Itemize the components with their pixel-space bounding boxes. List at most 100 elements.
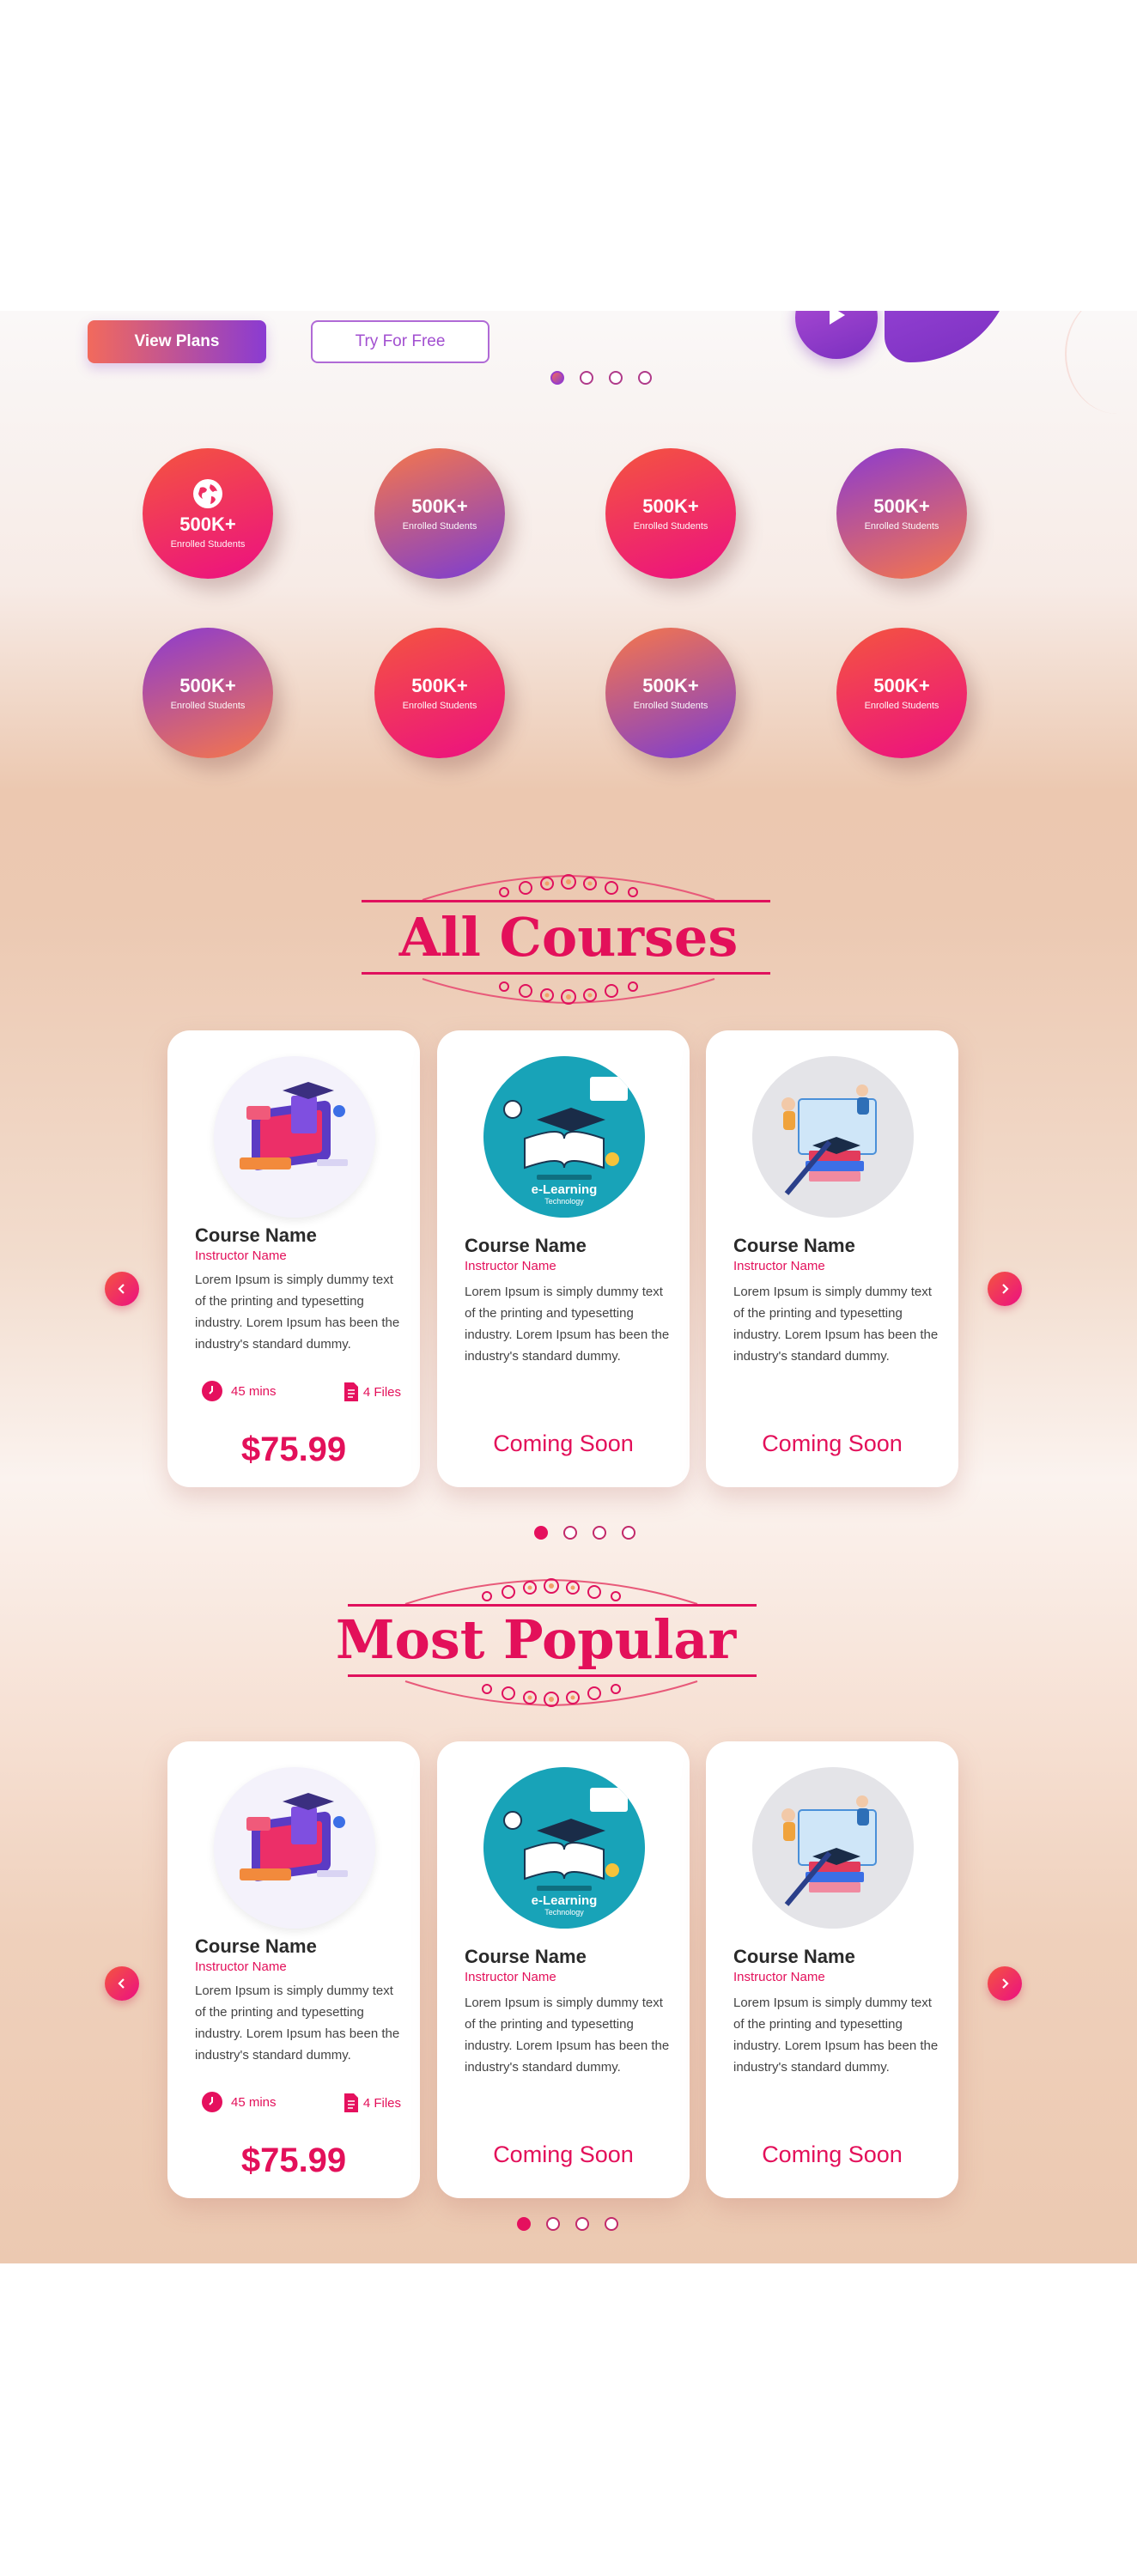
- course-card[interactable]: e-Learning Technology Course Name Instru…: [437, 1030, 690, 1487]
- stat-value: 500K+: [642, 675, 699, 696]
- carousel-next-button[interactable]: [988, 1966, 1022, 2001]
- view-plans-button[interactable]: View Plans: [88, 320, 266, 363]
- image-caption: e-Learning: [532, 1893, 598, 1908]
- stat-value: 500K+: [179, 513, 236, 535]
- coming-soon-label: Coming Soon: [762, 1431, 903, 1456]
- course-description: Lorem Ipsum is simply dummy text of the …: [195, 1273, 400, 1352]
- carousel-dot[interactable]: [563, 1526, 577, 1540]
- course-price: $75.99: [240, 1431, 347, 1468]
- image-caption: e-Learning: [532, 1182, 598, 1197]
- course-description: Lorem Ipsum is simply dummy text of the …: [195, 1984, 400, 2063]
- stat-label: Enrolled Students: [633, 701, 708, 711]
- stat-circle: 500K+ Enrolled Students: [836, 628, 967, 758]
- course-card[interactable]: Course Name Instructor Name Lorem Ipsum …: [167, 1741, 420, 2198]
- instructor-name: Instructor Name: [465, 1970, 556, 1984]
- section-title-all-courses: All Courses: [398, 906, 739, 969]
- ornament-bottom: [404, 1680, 698, 1707]
- course-card[interactable]: Course Name Instructor Name Lorem Ipsum …: [167, 1030, 420, 1487]
- course-description: Lorem Ipsum is simply dummy text of the …: [465, 1996, 670, 2075]
- carousel-dot[interactable]: [638, 371, 652, 385]
- hero-purple-shape: [885, 311, 1013, 362]
- image-subcaption: Technology: [544, 1908, 584, 1917]
- chevron-right-icon: [1002, 1284, 1009, 1294]
- instructor-name: Instructor Name: [733, 1970, 825, 1984]
- carousel-dot[interactable]: [609, 371, 623, 385]
- instructor-name: Instructor Name: [195, 1959, 287, 1974]
- stat-label: Enrolled Students: [633, 521, 708, 532]
- stat-value: 500K+: [411, 495, 468, 517]
- course-image: e-Learning Technology: [483, 1056, 645, 1218]
- course-price: $75.99: [240, 2142, 347, 2179]
- ornament-bottom: [422, 978, 715, 1005]
- course-meta: 45 mins 4 Files: [195, 1381, 401, 1406]
- duration: 45 mins: [202, 2092, 277, 2112]
- course-card[interactable]: Course Name Instructor Name Lorem Ipsum …: [706, 1741, 958, 2198]
- course-name: Course Name: [195, 1224, 317, 1246]
- stat-circle: 500K+ Enrolled Students: [605, 448, 736, 579]
- course-name: Course Name: [465, 1235, 587, 1256]
- carousel-dot[interactable]: [580, 371, 593, 385]
- coming-soon-label: Coming Soon: [493, 2142, 634, 2167]
- stat-label: Enrolled Students: [402, 521, 477, 532]
- course-name: Course Name: [195, 1935, 317, 1957]
- carousel-prev-button[interactable]: [105, 1966, 139, 2001]
- course-meta: 45 mins 4 Files: [195, 2092, 401, 2117]
- image-subcaption: Technology: [544, 1197, 584, 1206]
- files: 4 Files: [343, 1381, 401, 1403]
- globe-icon: [193, 479, 222, 508]
- instructor-name: Instructor Name: [465, 1259, 556, 1273]
- stat-circle: 500K+ Enrolled Students: [374, 628, 505, 758]
- carousel-dot[interactable]: [622, 1526, 635, 1540]
- chevron-right-icon: [1002, 1978, 1009, 1989]
- stat-circle: 500K+ Enrolled Students: [836, 448, 967, 579]
- carousel-next-button[interactable]: [988, 1272, 1022, 1306]
- stat-circle: 500K+ Enrolled Students: [143, 628, 273, 758]
- chevron-left-icon: [118, 1978, 125, 1989]
- course-name: Course Name: [733, 1946, 855, 1967]
- stat-value: 500K+: [873, 495, 930, 517]
- duration-text: 45 mins: [231, 1383, 277, 1399]
- carousel-dot[interactable]: [534, 1526, 548, 1540]
- file-icon: [344, 1382, 358, 1401]
- carousel-prev-button[interactable]: [105, 1272, 139, 1306]
- carousel-dot[interactable]: [605, 2217, 618, 2231]
- course-name: Course Name: [733, 1235, 855, 1256]
- files-text: 4 Files: [362, 2095, 401, 2111]
- files: 4 Files: [343, 2092, 401, 2114]
- course-image: [214, 1056, 375, 1218]
- stat-label: Enrolled Students: [402, 701, 477, 711]
- file-icon: [344, 2093, 358, 2112]
- carousel-dot[interactable]: [546, 2217, 560, 2231]
- carousel-dot[interactable]: [550, 371, 564, 385]
- stat-label: Enrolled Students: [864, 521, 939, 532]
- carousel-dot[interactable]: [593, 1526, 606, 1540]
- instructor-name: Instructor Name: [195, 1249, 287, 1263]
- course-card[interactable]: e-Learning Technology Course Name Instru…: [437, 1741, 690, 2198]
- course-description: Lorem Ipsum is simply dummy text of the …: [733, 1996, 939, 2075]
- coming-soon-label: Coming Soon: [762, 2142, 903, 2167]
- course-description: Lorem Ipsum is simply dummy text of the …: [465, 1285, 670, 1364]
- course-image: [752, 1056, 914, 1218]
- course-card[interactable]: Course Name Instructor Name Lorem Ipsum …: [706, 1030, 958, 1487]
- hero-play-circle[interactable]: [795, 311, 878, 359]
- clock-icon: [202, 1381, 222, 1401]
- course-image: e-Learning Technology: [483, 1767, 645, 1929]
- course-description: Lorem Ipsum is simply dummy text of the …: [733, 1285, 939, 1364]
- ornament-top: [404, 1578, 698, 1605]
- carousel-dot[interactable]: [575, 2217, 589, 2231]
- stat-value: 500K+: [179, 675, 236, 696]
- play-icon: [830, 311, 845, 325]
- carousel-dot[interactable]: [517, 2217, 531, 2231]
- stat-label: Enrolled Students: [864, 701, 939, 711]
- most-popular-carousel-dots: [517, 2217, 618, 2231]
- stat-circle: 500K+ Enrolled Students: [374, 448, 505, 579]
- stat-label: Enrolled Students: [170, 539, 246, 550]
- instructor-name: Instructor Name: [733, 1259, 825, 1273]
- clock-icon: [202, 2092, 222, 2112]
- all-courses-carousel-dots: [534, 1526, 635, 1540]
- try-for-free-button[interactable]: Try For Free: [311, 320, 489, 363]
- title-line-bottom: [362, 972, 770, 975]
- stat-value: 500K+: [642, 495, 699, 517]
- stat-circle: 500K+ Enrolled Students: [143, 448, 273, 579]
- section-title-most-popular: Most Popular: [335, 1608, 737, 1671]
